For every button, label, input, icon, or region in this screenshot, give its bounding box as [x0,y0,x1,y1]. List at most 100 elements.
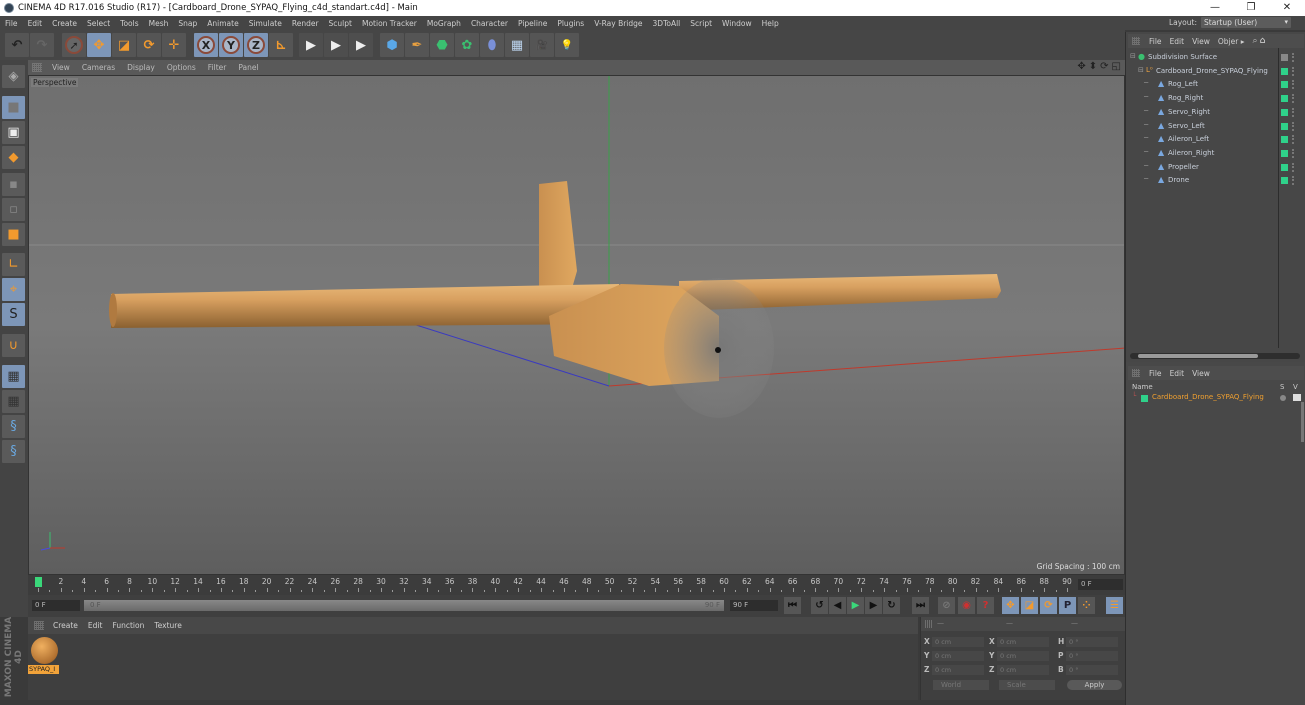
object-row[interactable]: ─ ▲ Drone [1126,174,1302,187]
magnet-button[interactable]: ∪ [2,334,25,357]
toggle-view-icon[interactable]: ◱ [1112,61,1121,72]
panel-grip-icon[interactable] [1132,37,1140,45]
render-visibility-dots[interactable] [1292,94,1294,104]
menu-vray-bridge[interactable]: V-Ray Bridge [589,19,647,28]
coordinate-space-dropdown[interactable]: World [933,680,989,690]
material-menu-edit[interactable]: Edit [83,621,108,630]
object-row[interactable]: ─ ▲ Aileron_Right [1126,147,1302,160]
viewport-menu-options[interactable]: Options [161,63,202,72]
restore-button[interactable]: ❐ [1233,0,1269,16]
material-swatch[interactable] [31,637,58,664]
visibility-chip[interactable] [1281,149,1288,157]
tweak-mode-button[interactable]: ⌖ [2,278,25,301]
preview-range-slider[interactable]: 0 F 90 F [84,600,724,611]
rotate-button[interactable]: ⟳ [137,33,161,57]
3d-viewport[interactable]: Perspective Grid Spacing: 100 cm [28,75,1125,575]
viewport-menu-panel[interactable]: Panel [232,63,264,72]
object-row[interactable]: ─ ▲ Rog_Right [1126,92,1302,105]
material-menu-texture[interactable]: Texture [149,621,186,630]
menu-snap[interactable]: Snap [173,19,202,28]
menu-help[interactable]: Help [757,19,784,28]
menu-select[interactable]: Select [82,19,115,28]
record-keys-button[interactable]: ⊘ [938,597,955,614]
key-scale-button[interactable]: ◪ [1021,597,1038,614]
expand-toggle-icon[interactable]: ⊟ [1130,52,1136,60]
pen-spline-button[interactable]: ✒ [405,33,429,57]
menu-tools[interactable]: Tools [115,19,143,28]
obj-menu-file[interactable]: File [1145,37,1166,46]
edges-mode-button[interactable]: ▫ [2,198,25,221]
pos-x-field[interactable]: 0 cm [932,637,984,647]
apply-button[interactable]: Apply [1067,680,1122,690]
render-settings-button[interactable]: ▶ [349,33,373,57]
light-button[interactable]: 💡 [555,33,579,57]
layout-dropdown[interactable]: Startup (User) [1201,17,1291,28]
obj-menu-edit[interactable]: Edit [1166,37,1189,46]
column-name[interactable]: Name [1132,383,1153,391]
y-axis-button[interactable]: Y [219,33,243,57]
play-button[interactable]: ▶ [847,597,864,614]
dolly-view-icon[interactable]: ⬍ [1089,61,1097,72]
obj-menu-view[interactable]: View [1188,37,1214,46]
render-visibility-dots[interactable] [1292,121,1294,131]
layer-chip[interactable] [1281,54,1288,61]
rotate-view-icon[interactable]: ⟳ [1100,61,1108,72]
go-to-prev-key-button[interactable]: ↺ [811,597,828,614]
vertical-scrollbar[interactable] [1301,402,1304,442]
visibility-chip[interactable] [1281,108,1288,116]
size-y-field[interactable]: 0 cm [997,651,1049,661]
visibility-toggle-icon[interactable] [1293,394,1301,401]
scale-button[interactable]: ◪ [112,33,136,57]
render-visibility-dots[interactable] [1292,107,1294,117]
obj-menu-objects[interactable]: Objer ▸ [1214,37,1249,46]
next-frame-button[interactable]: ▶ [865,597,882,614]
start-frame-field[interactable]: 0 F [32,600,80,611]
viewport-menu-filter[interactable]: Filter [202,63,233,72]
menu-3dtoall[interactable]: 3DToAll [648,19,686,28]
python-button[interactable]: § [2,415,25,438]
move-button[interactable]: ✥ [87,33,111,57]
rot-h-field[interactable]: 0 ° [1066,637,1118,647]
loop-button[interactable]: ↻ [883,597,900,614]
render-visibility-dots[interactable] [1292,80,1294,90]
minimize-button[interactable]: — [1197,0,1233,16]
model-mode-button[interactable]: ■ [2,96,25,119]
menu-mograph[interactable]: MoGraph [422,19,466,28]
object-row[interactable]: ⊟ L⁰ Cardboard_Drone_SYPAQ_Flying [1126,65,1302,78]
coordinate-mode-dropdown[interactable]: Scale [999,680,1055,690]
pos-z-field[interactable]: 0 cm [932,665,984,675]
pos-y-field[interactable]: 0 cm [932,651,984,661]
column-solo[interactable]: S [1280,383,1284,391]
recent-tools-button[interactable]: ✛ [162,33,186,57]
menu-motion-tracker[interactable]: Motion Tracker [357,19,422,28]
menu-sculpt[interactable]: Sculpt [324,19,357,28]
coordinate-system-button[interactable]: ⊾ [269,33,293,57]
python-script-button[interactable]: § [2,440,25,463]
undo-button[interactable]: ↶ [5,33,29,57]
object-row[interactable]: ─ ▲ Servo_Left [1126,120,1302,133]
render-visibility-dots[interactable] [1292,53,1294,62]
timeline-ruler[interactable]: 0246810121416182022242628303234363840424… [28,575,1125,595]
rot-b-field[interactable]: 0 ° [1066,665,1118,675]
size-x-field[interactable]: 0 cm [997,637,1049,647]
key-position-button[interactable]: ✥ [1002,597,1019,614]
render-visibility-dots[interactable] [1292,162,1294,172]
viewport-menu-display[interactable]: Display [121,63,161,72]
layer-menu-view[interactable]: View [1188,369,1214,378]
horizontal-scrollbar[interactable] [1130,353,1300,359]
render-visibility-dots[interactable] [1292,135,1294,145]
visibility-chip[interactable] [1281,95,1288,103]
object-row[interactable]: ─ ▲ Aileron_Left [1126,133,1302,146]
layer-color-chip[interactable] [1141,395,1148,402]
snap-button[interactable]: S [2,303,25,326]
home-icon[interactable]: ⌂ [1260,36,1266,46]
size-z-field[interactable]: 0 cm [997,665,1049,675]
visibility-chip[interactable] [1281,136,1288,144]
playhead[interactable] [35,577,42,587]
render-visibility-dots[interactable] [1292,148,1294,158]
record-active-objects-button[interactable]: ◉ [958,597,975,614]
visibility-chip[interactable] [1281,122,1288,130]
end-frame-field[interactable]: 90 F [730,600,778,611]
workplane-button[interactable]: ◆ [2,146,25,169]
panel-grip-icon[interactable] [32,63,42,72]
